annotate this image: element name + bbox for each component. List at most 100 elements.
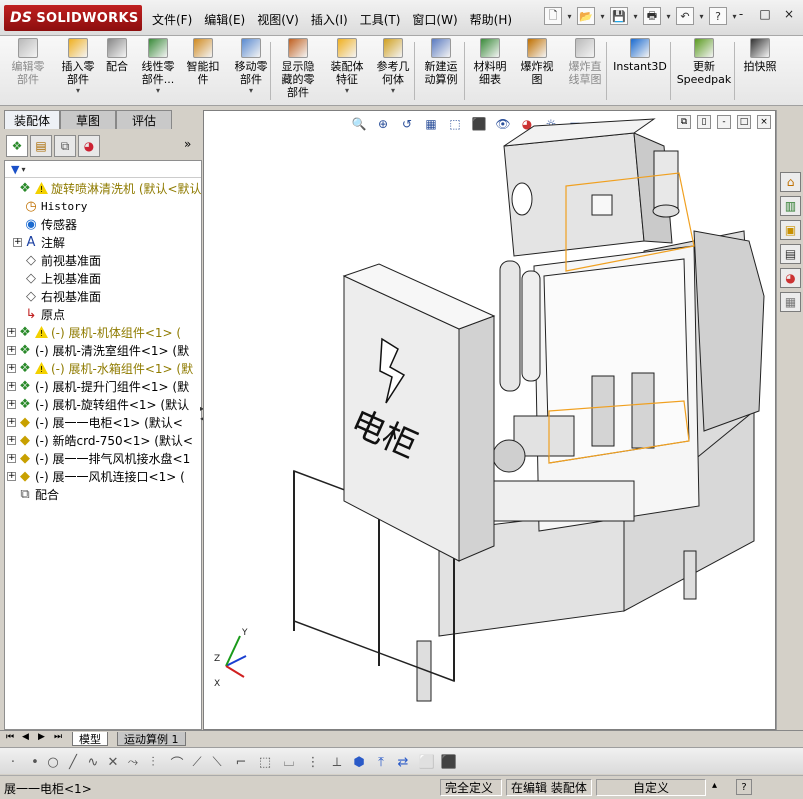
trim-icon[interactable]: ✕ — [104, 753, 122, 771]
tree-item[interactable]: ◇ 前视基准面 — [5, 251, 203, 269]
update-speedpak-button[interactable]: 更新 Speedpak — [676, 38, 732, 86]
new-dropdown-arrow[interactable]: ▾ — [566, 12, 573, 21]
fillet-icon[interactable]: ⌒ — [168, 753, 186, 772]
tab-nav-last-icon[interactable]: ⏭ — [54, 732, 62, 742]
3d-sketch-icon[interactable]: ⬢ — [350, 753, 368, 771]
file-explorer-icon[interactable]: ▣ — [780, 220, 801, 240]
status-help-icon[interactable]: ? — [736, 779, 752, 795]
command-dropdown-arrow[interactable]: ▾ — [249, 86, 253, 95]
close-button[interactable]: × — [781, 6, 797, 22]
command-dropdown-arrow[interactable]: ▾ — [156, 86, 160, 95]
exploded-view-button[interactable]: 爆炸视 图 — [514, 38, 560, 86]
centerpoint-icon[interactable]: • — [26, 753, 44, 771]
tab-sketch[interactable]: 草图 — [60, 110, 116, 129]
mirror-icon[interactable]: ⫶ — [144, 753, 162, 771]
dimension-icon[interactable]: ⌴ — [280, 753, 298, 771]
circle-icon[interactable]: ○ — [44, 753, 62, 771]
convert-entities-icon[interactable]: ⟍ — [208, 753, 226, 771]
tree-item[interactable]: + ◆ (-) 展一一电柜<1> (默认< — [5, 413, 203, 431]
reference-axis-icon[interactable]: ⤒ — [372, 753, 390, 771]
solidworks-logo[interactable]: DS SOLIDWORKS — [4, 5, 142, 31]
tree-item[interactable]: + ❖ (-) 展机-清洗室组件<1> (默 — [5, 341, 203, 359]
reference-geometry-button[interactable]: 参考几 何体 ▾ — [372, 38, 414, 95]
tab-nav-next-icon[interactable]: ▶ — [38, 732, 45, 742]
command-dropdown-arrow[interactable]: ▾ — [345, 86, 349, 95]
tab-model[interactable]: 模型 — [72, 732, 108, 746]
open-folder-icon[interactable]: 📂 — [577, 7, 595, 25]
show-hidden-components-button[interactable]: 显示隐 藏的零 部件 — [276, 38, 320, 99]
menu-item-0[interactable]: 文件(F) — [146, 9, 198, 30]
shaded-box-icon[interactable]: ⬛ — [440, 753, 458, 771]
home-icon[interactable]: ⌂ — [780, 172, 801, 192]
expand-toggle-icon[interactable]: + — [7, 363, 16, 373]
tree-item[interactable]: ◉ 传感器 — [5, 215, 203, 233]
panel-more-icon[interactable]: » — [184, 137, 191, 151]
move-entities-icon[interactable]: ⟂ — [328, 753, 346, 771]
status-units[interactable]: 自定义 — [596, 779, 706, 796]
expand-toggle-icon[interactable]: + — [7, 381, 16, 391]
new-motion-study-button[interactable]: 新建运 动算例 — [418, 38, 464, 86]
save-icon[interactable]: 💾 — [610, 7, 628, 25]
property-manager-icon[interactable]: ▤ — [30, 135, 52, 157]
offset-icon[interactable]: ⟋ — [188, 753, 206, 771]
expand-toggle-icon[interactable]: + — [7, 345, 16, 355]
tree-item[interactable]: ❖! 旋转喷淋清洗机 (默认<默认 — [5, 179, 203, 197]
point-icon[interactable]: · — [4, 753, 22, 771]
box-icon[interactable]: ⬜ — [418, 753, 436, 771]
display-manager-icon[interactable]: ◕ — [78, 135, 100, 157]
menu-item-5[interactable]: 窗口(W) — [406, 9, 463, 30]
tab-motion-study-1[interactable]: 运动算例 1 — [117, 732, 186, 746]
move-component-button[interactable]: 移动零 部件 ▾ — [228, 38, 274, 95]
expand-toggle-icon[interactable]: + — [7, 435, 16, 445]
extend-icon[interactable]: ⤳ — [124, 753, 142, 771]
edit-component-button[interactable]: 编辑零 部件 — [4, 38, 52, 86]
tree-item[interactable]: ◇ 右视基准面 — [5, 287, 203, 305]
design-library-icon[interactable]: ▥ — [780, 196, 801, 216]
print-icon[interactable]: 🖶 — [643, 7, 661, 25]
menu-item-4[interactable]: 工具(T) — [354, 9, 407, 30]
linear-component-pattern-button[interactable]: 线性零 部件... ▾ — [136, 38, 180, 95]
insert-components-button[interactable]: 插入零 部件 ▾ — [55, 38, 101, 95]
linear-pattern-icon[interactable]: ⋮ — [304, 753, 322, 771]
help-icon[interactable]: ? — [709, 7, 727, 25]
tree-item[interactable]: ◷ History — [5, 197, 203, 215]
instant3d-button[interactable]: Instant3D — [612, 38, 668, 73]
expand-toggle-icon[interactable]: + — [7, 417, 16, 427]
assembly-model-view[interactable]: 电柜 Z Y X — [204, 111, 777, 731]
tab-evaluate[interactable]: 评估 — [116, 110, 172, 129]
undo-dropdown-arrow[interactable]: ▾ — [698, 12, 705, 21]
new-document-icon[interactable]: 🗋 — [544, 7, 562, 25]
print-dropdown-arrow[interactable]: ▾ — [665, 12, 672, 21]
line-icon[interactable]: ╱ — [64, 753, 82, 771]
tab-assembly[interactable]: 装配体 — [4, 110, 60, 129]
tab-nav-prev-icon[interactable]: ◀ — [22, 732, 29, 742]
status-unit-dropdown-icon[interactable]: ▴ — [712, 780, 717, 791]
tree-item[interactable]: ◇ 上视基准面 — [5, 269, 203, 287]
tree-item[interactable]: + A 注解 — [5, 233, 203, 251]
open-dropdown-arrow[interactable]: ▾ — [599, 12, 606, 21]
tree-item[interactable]: + ❖! (-) 展机-机体组件<1> ( — [5, 323, 203, 341]
tree-item[interactable]: ⧉ 配合 — [5, 485, 203, 503]
tab-nav-first-icon[interactable]: ⏮ — [6, 732, 14, 742]
spline-icon[interactable]: ∿ — [84, 753, 102, 771]
tree-item[interactable]: + ◆ (-) 新皓crd-750<1> (默认< — [5, 431, 203, 449]
tree-item[interactable]: + ❖ (-) 展机-提升门组件<1> (默 — [5, 377, 203, 395]
tree-item[interactable]: + ◆ (-) 展一一排气风机接水盘<1 — [5, 449, 203, 467]
menu-item-1[interactable]: 编辑(E) — [198, 9, 251, 30]
graphics-area[interactable]: 🔍 ⊕ ↺ ▦ ⬚ ⬛ 👁 ◕ ☼ ▭ ⧉ ▯ - □ × — [203, 110, 776, 730]
menu-item-3[interactable]: 插入(I) — [305, 9, 354, 30]
smart-fasteners-button[interactable]: 智能扣 件 — [182, 38, 224, 86]
tree-item[interactable]: + ❖ (-) 展机-旋转组件<1> (默认 — [5, 395, 203, 413]
expand-toggle-icon[interactable]: + — [7, 399, 16, 409]
mate-button[interactable]: 配合 — [102, 38, 132, 73]
menu-item-2[interactable]: 视图(V) — [251, 9, 305, 30]
undo-icon[interactable]: ↶ — [676, 7, 694, 25]
tree-item[interactable]: + ◆ (-) 展一一风机连接口<1> ( — [5, 467, 203, 485]
command-dropdown-arrow[interactable]: ▾ — [76, 86, 80, 95]
take-snapshot-button[interactable]: 拍快照 — [740, 38, 780, 73]
view-palette-icon[interactable]: ▤ — [780, 244, 801, 264]
bill-of-materials-button[interactable]: 材料明 细表 — [470, 38, 510, 86]
minimize-button[interactable]: - — [733, 6, 749, 22]
filter-icon[interactable]: ▼ — [11, 163, 19, 176]
tree-item[interactable]: ↳ 原点 — [5, 305, 203, 323]
